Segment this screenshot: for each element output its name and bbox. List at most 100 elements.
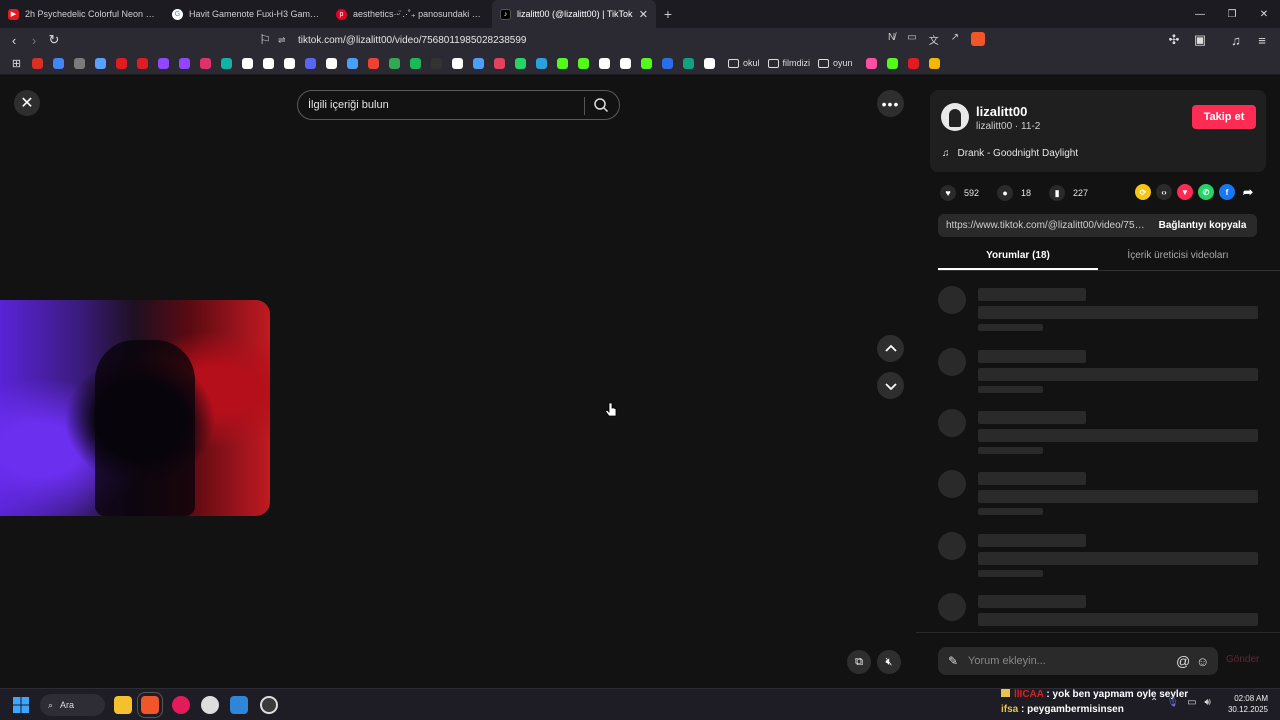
bookmark-icon[interactable] (342, 54, 363, 72)
bookmark-icon[interactable] (69, 54, 90, 72)
related-search-input[interactable]: İlgili içeriği bulun (297, 90, 620, 120)
taskbar-search[interactable]: ⌕ Ara (40, 694, 105, 716)
obs-icon[interactable] (201, 696, 219, 714)
whatsapp-icon[interactable]: ✆ (1198, 184, 1214, 200)
extensions-icon[interactable]: ✣ (1164, 30, 1184, 50)
bookmark-icon[interactable] (300, 54, 321, 72)
bookmark-icon[interactable] (882, 54, 903, 72)
media-player-icon[interactable] (172, 696, 190, 714)
embed-icon[interactable]: ‹› (1156, 184, 1172, 200)
bookmark-icon[interactable] (237, 54, 258, 72)
restore-icon[interactable]: ❐ (1216, 0, 1248, 28)
bookmark-icon[interactable] (489, 54, 510, 72)
bookmark-icon[interactable] (132, 54, 153, 72)
bookmark-folder-oyun[interactable]: oyun (818, 58, 853, 68)
bookmark-icon[interactable] (27, 54, 48, 72)
bookmark-page-icon[interactable]: ⚐ (255, 30, 275, 50)
bookmark-icon[interactable] (216, 54, 237, 72)
close-video-button[interactable]: ✕ (14, 90, 40, 116)
reader-off-icon[interactable]: N̸ (888, 32, 895, 47)
bookmark-icon[interactable] (111, 54, 132, 72)
bookmark-icon[interactable] (384, 54, 405, 72)
bookmark-icon[interactable] (510, 54, 531, 72)
next-video-button[interactable] (877, 372, 904, 399)
back-icon[interactable]: ‹ (4, 30, 24, 50)
bookmark-icon[interactable] (405, 54, 426, 72)
bookmark-icon[interactable] (903, 54, 924, 72)
tray-chevron-icon[interactable]: ⌃ (1150, 697, 1158, 708)
bookmark-icon[interactable] (174, 54, 195, 72)
file-explorer-icon[interactable] (114, 696, 132, 714)
bookmark-icon[interactable] (678, 54, 699, 72)
share-arrow-icon[interactable]: ➦ (1240, 184, 1256, 200)
repost-icon[interactable]: ⟳ (1135, 184, 1151, 200)
comment-input[interactable]: ✎ Yorum ekleyin... @ ☺ (938, 647, 1218, 675)
author-username[interactable]: lizalitt00 (976, 104, 1027, 119)
send-to-friends-icon[interactable]: ▼ (1177, 184, 1193, 200)
copy-link-button[interactable]: Bağlantıyı kopyala (1148, 220, 1257, 231)
bookmark-icon[interactable] (447, 54, 468, 72)
tab-creator-videos[interactable]: İçerik üreticisi videoları (1098, 244, 1258, 270)
bookmark-icon[interactable] (615, 54, 636, 72)
tab-tiktok[interactable]: ♪ lizalitt00 (@lizalitt00) | TikTok ✕ (492, 0, 656, 28)
microphone-icon[interactable]: 🎙︎ (1166, 697, 1179, 708)
share-icon[interactable]: ↗ (951, 32, 959, 47)
bookmark-icon[interactable] (258, 54, 279, 72)
tab-psychedelic[interactable]: ▶ 2h Psychedelic Colorful Neon Backgr (0, 0, 164, 28)
bookmark-icon[interactable] (636, 54, 657, 72)
previous-video-button[interactable] (877, 335, 904, 362)
music-link[interactable]: ♫ Drank - Goodnight Daylight (942, 148, 1078, 159)
tab-pinterest[interactable]: p aesthetics·ᵕ̈ .·˚₊ panosundaki Pin (328, 0, 492, 28)
taskbar-clock[interactable]: 02:08 AM 30.12.2025 (1228, 693, 1268, 715)
bookmark-icon[interactable] (279, 54, 300, 72)
like-stat[interactable]: ♥ 592 (940, 185, 979, 201)
more-options-button[interactable]: ••• (877, 90, 904, 117)
bookmark-icon[interactable] (573, 54, 594, 72)
translate-icon[interactable]: 文 (929, 32, 939, 47)
mute-button[interactable]: 🔇︎ (877, 650, 901, 674)
bookmark-icon[interactable] (48, 54, 69, 72)
tab-havit[interactable]: G Havit Gamenote Fuxi-H3 Gaming Oy (164, 0, 328, 28)
sticker-icon[interactable]: ✎ (938, 654, 968, 668)
bookmark-icon[interactable] (861, 54, 882, 72)
bookmark-icon[interactable] (426, 54, 447, 72)
bookmark-icon[interactable] (594, 54, 615, 72)
bookmark-folder-okul[interactable]: okul (728, 58, 760, 68)
avatar[interactable] (941, 103, 969, 131)
bookmark-icon[interactable] (321, 54, 342, 72)
follow-button[interactable]: Takip et (1192, 105, 1256, 129)
bookmark-icon[interactable] (924, 54, 945, 72)
emoji-icon[interactable]: ☺ (1196, 654, 1218, 669)
bookmark-icon[interactable] (468, 54, 489, 72)
bookmark-icon[interactable] (699, 54, 720, 72)
brave-browser-icon[interactable] (137, 692, 163, 718)
reload-icon[interactable]: ↻ (44, 30, 64, 50)
bookmark-icon[interactable] (657, 54, 678, 72)
brave-shield-icon[interactable] (971, 32, 986, 46)
volume-icon[interactable]: 🔊︎ (1205, 697, 1211, 708)
chatgpt-icon[interactable] (260, 696, 278, 714)
minimize-icon[interactable]: — (1184, 0, 1216, 28)
bookmark-folder-filmdizi[interactable]: filmdizi (767, 58, 810, 68)
mini-player-button[interactable]: ⧉ (847, 650, 871, 674)
facebook-icon[interactable]: f (1219, 184, 1235, 200)
comment-stat[interactable]: ● 18 (997, 185, 1031, 201)
save-stat[interactable]: ▮ 227 (1049, 185, 1088, 201)
bookmark-icon[interactable] (531, 54, 552, 72)
start-icon[interactable] (13, 697, 29, 713)
bookmark-icon[interactable] (90, 54, 111, 72)
new-tab-button[interactable]: + (656, 6, 680, 22)
close-window-icon[interactable]: ✕ (1248, 0, 1280, 28)
sidebar-icon[interactable]: ▣ (1190, 30, 1210, 50)
site-info-icon[interactable]: ⇌ (278, 35, 292, 46)
tab-comments[interactable]: Yorumlar (18) (938, 244, 1098, 270)
photos-icon[interactable] (230, 696, 248, 714)
mention-icon[interactable]: @ (1176, 653, 1196, 669)
network-icon[interactable]: ▭ (1187, 697, 1196, 708)
bookmark-icon[interactable] (552, 54, 573, 72)
forward-icon[interactable]: › (24, 30, 44, 50)
apps-icon[interactable]: ⊞ (6, 54, 27, 72)
menu-icon[interactable]: ≡ (1252, 30, 1272, 50)
search-icon[interactable] (593, 97, 609, 113)
bookmark-icon[interactable] (153, 54, 174, 72)
